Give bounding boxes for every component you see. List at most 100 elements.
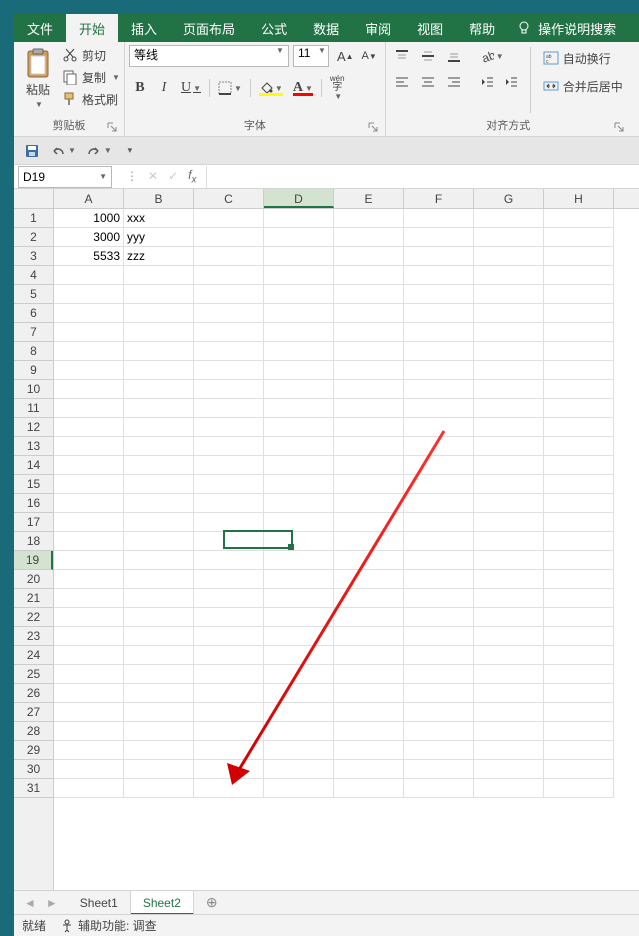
cell[interactable] — [334, 304, 404, 323]
sheet-nav-next[interactable]: ► — [42, 896, 62, 910]
cell[interactable] — [404, 779, 474, 798]
cell[interactable] — [404, 532, 474, 551]
row-header[interactable]: 8 — [14, 342, 53, 361]
cell[interactable] — [544, 779, 614, 798]
cell[interactable] — [124, 456, 194, 475]
cell[interactable] — [334, 399, 404, 418]
cell[interactable] — [474, 323, 544, 342]
cell[interactable] — [194, 513, 264, 532]
align-center-button[interactable] — [416, 71, 440, 93]
cell[interactable] — [334, 646, 404, 665]
cell[interactable] — [334, 684, 404, 703]
cell[interactable] — [404, 570, 474, 589]
cell[interactable] — [544, 589, 614, 608]
cell[interactable] — [334, 627, 404, 646]
cell[interactable] — [264, 323, 334, 342]
cell[interactable] — [404, 209, 474, 228]
insert-function-button[interactable]: fx — [188, 168, 196, 185]
cell[interactable] — [124, 418, 194, 437]
cell[interactable] — [194, 570, 264, 589]
row-header[interactable]: 25 — [14, 665, 53, 684]
cell[interactable] — [54, 399, 124, 418]
worksheet-grid[interactable]: ABCDEFGH 1234567891011121314151617181920… — [14, 189, 639, 890]
cell[interactable] — [544, 722, 614, 741]
align-middle-button[interactable] — [416, 45, 440, 67]
cell[interactable] — [124, 627, 194, 646]
cell[interactable] — [334, 247, 404, 266]
cell[interactable] — [474, 741, 544, 760]
cell[interactable] — [544, 551, 614, 570]
cell[interactable] — [124, 323, 194, 342]
cell[interactable] — [474, 608, 544, 627]
sheet-tab-1[interactable]: Sheet1 — [68, 891, 131, 915]
cell[interactable] — [334, 285, 404, 304]
confirm-edit-button[interactable]: ✓ — [168, 169, 178, 183]
cell[interactable] — [474, 361, 544, 380]
cell[interactable] — [124, 361, 194, 380]
row-header[interactable]: 3 — [14, 247, 53, 266]
cell[interactable] — [544, 627, 614, 646]
cell[interactable] — [54, 665, 124, 684]
cell[interactable] — [334, 703, 404, 722]
align-left-button[interactable] — [390, 71, 414, 93]
cell[interactable] — [194, 437, 264, 456]
cell[interactable] — [54, 608, 124, 627]
cell[interactable] — [474, 684, 544, 703]
cell[interactable] — [124, 475, 194, 494]
cell[interactable]: xxx — [124, 209, 194, 228]
tab-data[interactable]: 数据 — [300, 14, 352, 42]
cell[interactable] — [544, 570, 614, 589]
cell[interactable] — [194, 228, 264, 247]
cell[interactable] — [124, 665, 194, 684]
merge-center-button[interactable]: 合并后居中 — [539, 75, 627, 97]
row-header[interactable]: 13 — [14, 437, 53, 456]
cell[interactable] — [124, 266, 194, 285]
cell[interactable] — [264, 722, 334, 741]
underline-button[interactable]: U▼ — [177, 77, 205, 99]
cell[interactable] — [124, 741, 194, 760]
cell[interactable] — [264, 418, 334, 437]
cell[interactable] — [474, 589, 544, 608]
shrink-font-button[interactable]: A▼ — [358, 45, 381, 67]
row-header[interactable]: 15 — [14, 475, 53, 494]
cell[interactable] — [544, 285, 614, 304]
cell[interactable]: zzz — [124, 247, 194, 266]
row-header[interactable]: 17 — [14, 513, 53, 532]
cell[interactable] — [404, 380, 474, 399]
cell[interactable] — [474, 665, 544, 684]
cell[interactable] — [544, 304, 614, 323]
cell[interactable] — [334, 551, 404, 570]
cell[interactable] — [474, 399, 544, 418]
save-button[interactable] — [20, 140, 44, 162]
cell[interactable] — [334, 608, 404, 627]
redo-button[interactable]: ▼ — [82, 140, 116, 162]
cell[interactable] — [404, 418, 474, 437]
cell[interactable] — [404, 285, 474, 304]
cell[interactable] — [474, 228, 544, 247]
row-header[interactable]: 7 — [14, 323, 53, 342]
cell[interactable] — [124, 760, 194, 779]
cell[interactable] — [264, 228, 334, 247]
cell[interactable] — [264, 399, 334, 418]
row-header[interactable]: 24 — [14, 646, 53, 665]
cell[interactable] — [54, 494, 124, 513]
cell[interactable] — [54, 722, 124, 741]
cell[interactable] — [264, 608, 334, 627]
row-header[interactable]: 2 — [14, 228, 53, 247]
cell[interactable] — [544, 342, 614, 361]
row-header[interactable]: 22 — [14, 608, 53, 627]
column-header[interactable]: F — [404, 189, 474, 208]
row-header[interactable]: 1 — [14, 209, 53, 228]
fill-color-button[interactable]: ▼ — [255, 77, 287, 99]
cell[interactable] — [474, 266, 544, 285]
cell[interactable] — [334, 361, 404, 380]
cell[interactable] — [54, 646, 124, 665]
cell[interactable] — [54, 779, 124, 798]
cell[interactable] — [404, 722, 474, 741]
cell[interactable] — [264, 589, 334, 608]
alignment-launcher[interactable] — [613, 121, 625, 133]
row-header[interactable]: 26 — [14, 684, 53, 703]
cell[interactable] — [334, 570, 404, 589]
cell[interactable] — [194, 266, 264, 285]
cell[interactable] — [544, 266, 614, 285]
